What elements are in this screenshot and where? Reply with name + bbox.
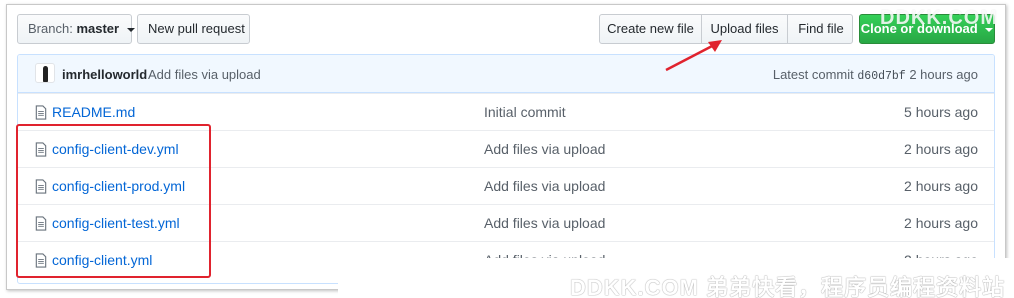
file-actions-group: Create new file Upload files Find file — [599, 14, 853, 44]
chevron-down-icon — [985, 27, 994, 32]
repo-file-browser: Branch: master New pull request Create n… — [6, 4, 1006, 290]
commit-sha-link[interactable]: d60d7bf — [857, 70, 905, 83]
latest-commit-label: Latest commit — [772, 67, 854, 82]
file-commit-message[interactable]: Initial commit — [484, 104, 566, 120]
file-name-link[interactable]: config-client-test.yml — [52, 215, 180, 231]
commit-author-link[interactable]: imrhelloworld — [62, 67, 147, 82]
chevron-down-icon — [126, 27, 135, 32]
clone-label: Clone or download — [860, 21, 978, 36]
latest-commit-bar: imrhelloworld Add files via upload Lates… — [18, 55, 994, 93]
file-icon — [35, 142, 47, 157]
branch-select-button[interactable]: Branch: master — [17, 14, 135, 44]
upload-files-button[interactable]: Upload files — [702, 15, 788, 43]
new-pull-request-button[interactable]: New pull request — [137, 14, 250, 44]
branch-label: Branch: — [28, 21, 73, 36]
file-age: 2 hours ago — [904, 141, 978, 157]
file-age: 2 hours ago — [904, 178, 978, 194]
watermark-bottom: DDKK.COM 弟弟快看，程序员编程资料站 — [570, 275, 1006, 298]
file-age: 2 hours ago — [904, 215, 978, 231]
file-icon — [35, 216, 47, 231]
avatar[interactable] — [35, 63, 55, 83]
file-name-link[interactable]: config-client-prod.yml — [52, 178, 185, 194]
table-row: config-client-prod.yml Add files via upl… — [18, 167, 994, 204]
commit-message[interactable]: Add files via upload — [148, 67, 261, 82]
file-icon — [35, 253, 47, 268]
branch-value: master — [76, 21, 120, 36]
file-name-link[interactable]: README.md — [52, 104, 135, 120]
file-age: 5 hours ago — [904, 104, 978, 120]
file-commit-message[interactable]: Add files via upload — [484, 141, 605, 157]
clone-or-download-button[interactable]: Clone or download — [859, 14, 995, 44]
create-new-file-button[interactable]: Create new file — [600, 15, 702, 43]
file-commit-message[interactable]: Add files via upload — [484, 215, 605, 231]
file-table: imrhelloworld Add files via upload Lates… — [17, 54, 995, 284]
commit-time: 2 hours ago — [909, 67, 978, 82]
latest-commit-info: Latest commit d60d7bf 2 hours ago — [773, 67, 978, 83]
watermark-bottom-band: DDKK.COM 弟弟快看，程序员编程资料站 — [338, 258, 1014, 298]
table-row: config-client-dev.yml Add files via uplo… — [18, 130, 994, 167]
file-name-link[interactable]: config-client.yml — [52, 252, 152, 268]
file-commit-message[interactable]: Add files via upload — [484, 178, 605, 194]
table-row: README.md Initial commit 5 hours ago — [18, 93, 994, 130]
file-name-link[interactable]: config-client-dev.yml — [52, 141, 179, 157]
repo-toolbar: Branch: master New pull request Create n… — [17, 14, 995, 44]
file-icon — [35, 179, 47, 194]
table-row: config-client-test.yml Add files via upl… — [18, 204, 994, 241]
file-icon — [35, 105, 47, 120]
find-file-button[interactable]: Find file — [788, 15, 852, 43]
